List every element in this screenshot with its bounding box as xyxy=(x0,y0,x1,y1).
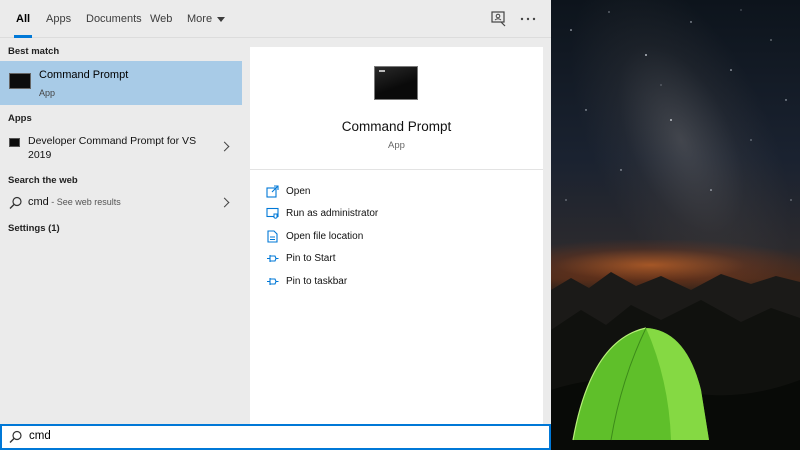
best-match-heading: Best match xyxy=(8,46,60,57)
action-label: Open xyxy=(286,186,311,197)
feedback-icon xyxy=(491,11,506,27)
tab-more[interactable]: More xyxy=(187,0,226,38)
web-result-cmd[interactable]: cmd - See web results xyxy=(0,191,242,215)
web-query: cmd - See web results xyxy=(28,196,121,208)
best-match-name: Command Prompt xyxy=(39,69,129,81)
action-pin-to-start[interactable]: Pin to Start xyxy=(264,250,524,268)
action-open[interactable]: Open xyxy=(264,183,524,201)
search-input-value: cmd xyxy=(29,430,51,442)
file-location-icon xyxy=(267,230,278,243)
tab-web[interactable]: Web xyxy=(150,0,172,38)
detail-pane: Command Prompt App Open Run as administr… xyxy=(250,47,543,424)
more-options-button[interactable] xyxy=(517,8,539,30)
settings-heading[interactable]: Settings (1) xyxy=(8,223,60,234)
best-match-type: App xyxy=(39,88,56,98)
pin-icon xyxy=(267,255,279,262)
tab-apps[interactable]: Apps xyxy=(46,0,71,38)
chevron-right-icon[interactable] xyxy=(219,197,230,208)
command-prompt-large-icon xyxy=(374,66,418,100)
search-web-heading: Search the web xyxy=(8,175,78,186)
shield-admin-icon xyxy=(266,207,279,219)
search-input[interactable]: cmd xyxy=(0,424,551,450)
action-label: Pin to taskbar xyxy=(286,276,348,287)
chevron-down-icon xyxy=(217,16,226,22)
action-run-as-administrator[interactable]: Run as administrator xyxy=(264,205,524,223)
developer-command-prompt-icon xyxy=(9,138,20,147)
detail-title: Command Prompt xyxy=(341,119,452,134)
ellipsis-icon xyxy=(520,17,536,21)
action-label: Run as administrator xyxy=(286,208,379,219)
search-results: Best match Command Prompt App Apps Devel… xyxy=(0,39,242,424)
tab-more-label: More xyxy=(187,13,213,25)
mountains-and-tent xyxy=(551,272,800,450)
best-match-command-prompt[interactable]: Command Prompt App xyxy=(0,61,242,105)
action-label: Pin to Start xyxy=(286,253,336,264)
chevron-right-icon[interactable] xyxy=(219,141,230,152)
detail-type: App xyxy=(388,140,405,151)
divider xyxy=(250,169,543,170)
desktop-wallpaper xyxy=(551,0,800,450)
app-result-name: Developer Command Prompt for VS 2019 xyxy=(28,135,197,161)
apps-heading: Apps xyxy=(8,113,32,124)
tab-all[interactable]: All xyxy=(13,0,33,38)
app-result-developer-command-prompt[interactable]: Developer Command Prompt for VS 2019 xyxy=(0,131,242,167)
search-panel: All Apps Documents Web More Best match C… xyxy=(0,0,551,450)
search-icon xyxy=(9,430,22,443)
open-icon xyxy=(266,185,279,198)
pin-icon xyxy=(267,278,279,285)
search-icon xyxy=(9,196,22,209)
action-label: Open file location xyxy=(286,231,364,242)
action-open-file-location[interactable]: Open file location xyxy=(264,228,524,246)
feedback-button[interactable] xyxy=(488,8,510,30)
command-prompt-icon xyxy=(9,73,31,89)
web-query-text: cmd xyxy=(28,196,49,208)
search-tabs: All Apps Documents Web More xyxy=(0,0,551,38)
web-results-hint: - See web results xyxy=(48,197,121,207)
action-pin-to-taskbar[interactable]: Pin to taskbar xyxy=(264,273,524,291)
tab-documents[interactable]: Documents xyxy=(86,0,142,38)
